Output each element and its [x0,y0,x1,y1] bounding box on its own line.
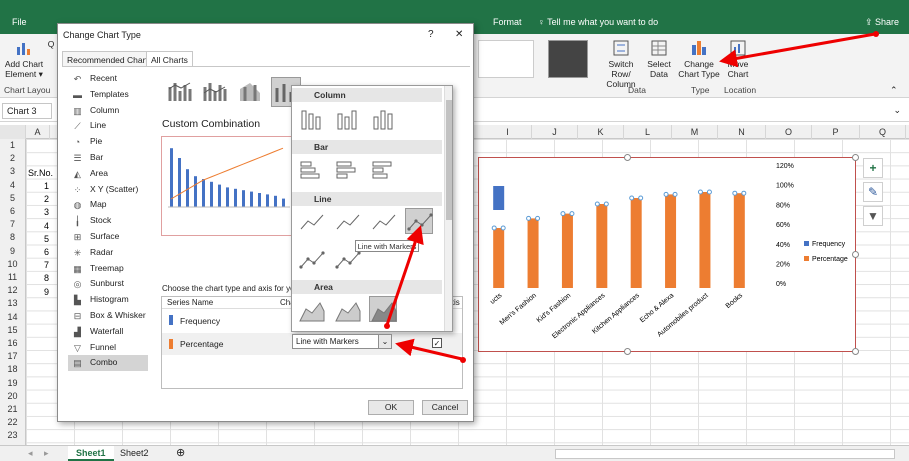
annotation-arrow-line-with-markers [385,225,424,326]
annotation-arrow-change-chart-type [719,32,876,68]
annotation-arrow-dropdown [395,338,463,361]
annotation-dot [384,323,390,329]
annotation-overlay [384,31,879,363]
annotation-dot [873,31,879,37]
annotation-dot [460,357,466,363]
